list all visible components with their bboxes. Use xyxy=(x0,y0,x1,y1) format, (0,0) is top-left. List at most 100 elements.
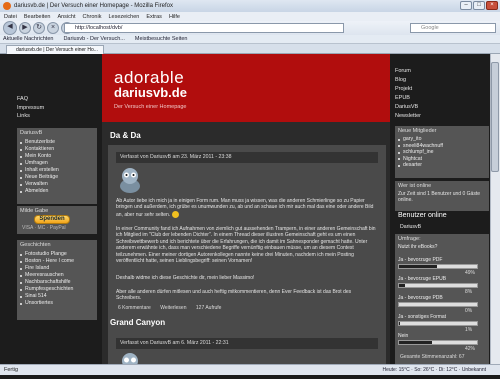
new-members-heading: Neue Mitglieder xyxy=(398,128,437,134)
forward-button[interactable]: ▶ xyxy=(19,22,31,34)
donate-button[interactable]: Spenden xyxy=(34,215,70,224)
payment-cards: VISA · MC · PayPal xyxy=(22,225,66,231)
poll-total: Gesamte Stimmenanzahl: 67 xyxy=(400,354,465,360)
poll-option-label: Ja - sonstiges Format xyxy=(398,314,447,320)
story-link[interactable]: Unsortiertes xyxy=(20,300,94,307)
menu-bar: Datei Bearbeiten Ansicht Chronik Lesezei… xyxy=(0,12,500,21)
user-menu-box: DariusvB Benutzerliste Kontaktieren Mein… xyxy=(17,128,97,204)
menu-bearbeiten[interactable]: Bearbeiten xyxy=(24,14,51,20)
poll-option-label: Ja - bevorzuge EPUB xyxy=(398,276,447,282)
story-link[interactable]: Rumpfesgeschichten xyxy=(20,286,94,293)
stories-heading: Geschichten xyxy=(20,242,51,248)
post-meta: Verfasst von DariusvB am 23. März 2011 -… xyxy=(116,152,378,163)
story-link[interactable]: Fotostudio Plange xyxy=(20,251,94,258)
minimize-button[interactable]: – xyxy=(460,1,472,10)
post-paragraph: Aber alle anderen dürfen mitlesen und au… xyxy=(116,289,352,302)
menu-extras[interactable]: Extras xyxy=(146,14,162,20)
story-link[interactable]: Sinai 514 xyxy=(20,293,94,300)
online-heading: Wer ist online xyxy=(398,183,432,189)
bookmark-news[interactable]: Aktuelle Nachrichten xyxy=(3,36,53,42)
post-footer: 6 Kommentare Weiterlesen 127 Aufrufe xyxy=(118,305,221,311)
author-avatar xyxy=(120,168,140,193)
story-link[interactable]: Nachbarschaftshilfe xyxy=(20,279,94,286)
stop-button[interactable]: × xyxy=(47,22,59,34)
link-mein-konto[interactable]: Mein Konto xyxy=(20,153,94,160)
post-paragraph: Ab Autor liebe ich mich ja in einigen Fo… xyxy=(116,198,376,218)
tab-dariusvb[interactable]: dariusvb.de | Der Versuch einer Ho... xyxy=(6,45,104,54)
poll-bar-fill xyxy=(399,265,438,268)
post-meta: Verfasst von DariusvB am 6. März 2011 - … xyxy=(116,338,378,349)
donate-heading: Milde Gabe xyxy=(20,208,49,214)
status-text: Fertig xyxy=(4,367,19,373)
poll-option-label: Ja - bevorzuge PDF xyxy=(398,257,443,263)
post-paragraph-text: Ab Autor liebe ich mich ja in einigen Fo… xyxy=(116,198,374,218)
post-title[interactable]: Grand Canyon xyxy=(110,318,165,327)
online-text: Zur Zeit sind 1 Benutzer und 0 Gäste onl… xyxy=(398,191,480,203)
window-title: dariusvb.de | Der Versuch einer Homepage… xyxy=(14,3,173,9)
maximize-button[interactable]: □ xyxy=(473,1,485,10)
story-link[interactable]: Fire Island xyxy=(20,265,94,272)
close-button[interactable]: × xyxy=(486,1,498,10)
reload-button[interactable]: ↻ xyxy=(33,22,45,34)
bookmark-most-visited[interactable]: Meistbesuchte Seiten xyxy=(135,36,188,42)
site-tagline: Der Versuch einer Homepage xyxy=(114,104,187,110)
poll-question[interactable]: Nutzt ihr eBooks? xyxy=(398,244,486,250)
firefox-icon xyxy=(3,2,11,10)
nav-impressum[interactable]: Impressum xyxy=(17,105,97,111)
weather-widget[interactable]: Heute: 15°C · So: 26°C · Di: 12°C · Unbe… xyxy=(382,367,486,373)
back-button[interactable]: ◀ xyxy=(3,21,17,35)
comments-link[interactable]: 6 Kommentare xyxy=(118,305,151,311)
link-benutzerliste[interactable]: Benutzerliste xyxy=(20,139,94,146)
menu-lesezeichen[interactable]: Lesezeichen xyxy=(108,14,139,20)
scrollbar-thumb[interactable] xyxy=(491,62,499,172)
search-input[interactable]: Google xyxy=(410,23,496,33)
bookmark-dariusvb[interactable]: Dariusvb - Der Versuch... xyxy=(63,36,124,42)
users-online-heading: Benutzer online xyxy=(398,212,447,219)
menu-hilfe[interactable]: Hilfe xyxy=(169,14,180,20)
post-title[interactable]: Da & Da xyxy=(110,131,141,140)
status-bar: Fertig Heute: 15°C · So: 26°C · Di: 12°C… xyxy=(0,364,500,375)
poll-option-label: Ja - bevorzuge PDB xyxy=(398,295,443,301)
nav-epub[interactable]: EPUB xyxy=(395,95,485,101)
link-umfragen[interactable]: Umfragen xyxy=(20,160,94,167)
poll-bar xyxy=(398,321,478,326)
bookmarks-toolbar: Aktuelle Nachrichten Dariusvb - Der Vers… xyxy=(0,35,500,44)
nav-dariusvb[interactable]: DariusVB xyxy=(395,104,485,110)
menu-chronik[interactable]: Chronik xyxy=(83,14,102,20)
poll-heading: Umfrage: xyxy=(398,236,421,242)
post-paragraph: In einer Community fand ich Aufnahmen vo… xyxy=(116,226,376,265)
menu-ansicht[interactable]: Ansicht xyxy=(57,14,75,20)
link-abmelden[interactable]: Abmelden xyxy=(20,188,94,195)
users-online-list: DariusvB xyxy=(400,224,421,230)
user-menu-heading: DariusvB xyxy=(20,130,43,136)
read-more-link[interactable]: Weiterlesen xyxy=(160,305,186,311)
member-link[interactable]: desarter xyxy=(398,162,486,169)
poll-percent: 42% xyxy=(465,346,476,352)
left-navigation: FAQ Impressum Links xyxy=(17,96,97,122)
link-neue-beitraege[interactable]: Neue Beiträge xyxy=(20,174,94,181)
link-inhalt-erstellen[interactable]: Inhalt erstellen xyxy=(20,167,94,174)
nav-forum[interactable]: Forum xyxy=(395,68,485,74)
view-count: 127 Aufrufe xyxy=(195,305,222,311)
nav-newsletter[interactable]: Newsletter xyxy=(395,113,485,119)
post-paragraph: Deshalb widme ich diese Geschichte dir, … xyxy=(116,275,255,281)
poll-bar xyxy=(398,283,478,288)
nav-blog[interactable]: Blog xyxy=(395,77,485,83)
logo-site-name[interactable]: dariusvb.de xyxy=(114,85,187,100)
link-verwalten[interactable]: Verwalten xyxy=(20,181,94,188)
new-members-box: Neue Mitglieder gary_ito sneeli84wachnuf… xyxy=(395,126,489,178)
right-navigation: Forum Blog Projekt EPUB DariusVB Newslet… xyxy=(395,68,485,122)
title-bar: dariusvb.de | Der Versuch einer Homepage… xyxy=(0,0,500,12)
nav-faq[interactable]: FAQ xyxy=(17,96,97,102)
online-user-link[interactable]: DariusvB xyxy=(400,224,421,230)
story-link[interactable]: Boston - Here I come xyxy=(20,258,94,265)
poll-option-label: Nein xyxy=(398,333,409,339)
smiley-icon xyxy=(171,210,179,218)
link-kontaktieren[interactable]: Kontaktieren xyxy=(20,146,94,153)
story-link[interactable]: Meeresrauschen xyxy=(20,272,94,279)
address-bar[interactable]: http://localhost/dvb/ xyxy=(64,23,344,33)
menu-datei[interactable]: Datei xyxy=(4,14,17,20)
poll-bar xyxy=(398,264,478,269)
nav-links[interactable]: Links xyxy=(17,113,97,119)
nav-projekt[interactable]: Projekt xyxy=(395,86,485,92)
